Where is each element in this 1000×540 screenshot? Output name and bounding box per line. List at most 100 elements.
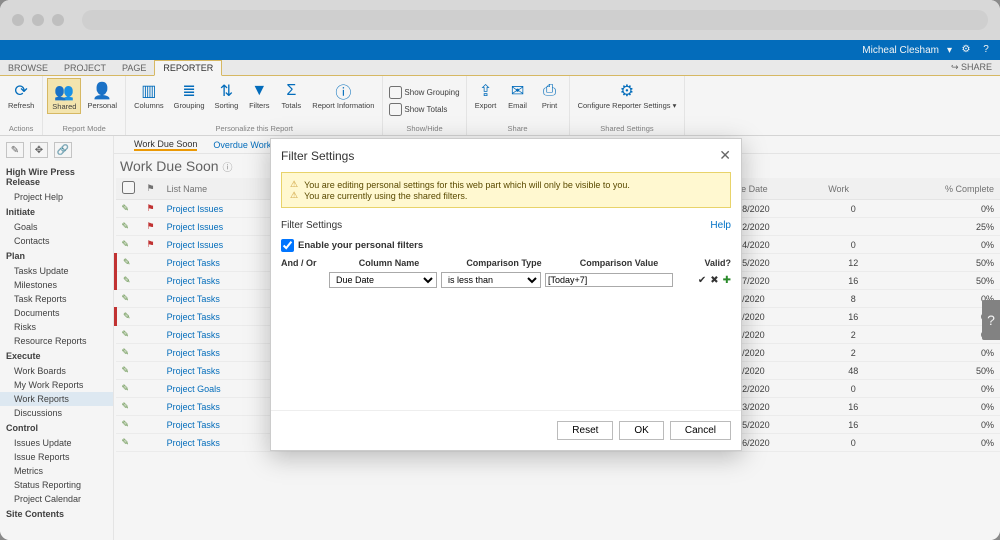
filter-row: Due Date is less than ✔ ✖ ✚ — [271, 270, 741, 290]
help-icon[interactable]: ? — [980, 44, 992, 56]
checkbox[interactable] — [281, 239, 294, 252]
nav-item[interactable]: Project Calendar — [0, 492, 113, 506]
lbl: Sorting — [215, 102, 239, 110]
nav-head[interactable]: High Wire Press Release — [0, 164, 113, 190]
nav-item[interactable]: Documents — [0, 306, 113, 320]
email-button[interactable]: ✉Email — [503, 78, 533, 112]
page-title-text: Work Due Soon — [120, 158, 219, 174]
checkbox[interactable] — [389, 86, 402, 99]
refresh-button[interactable]: ⟳Refresh — [4, 78, 38, 112]
nav-head[interactable]: Initiate — [0, 204, 113, 220]
col-check[interactable] — [116, 178, 141, 200]
gear-icon: ⚙ — [620, 80, 634, 102]
notice-line: You are currently using the shared filte… — [304, 191, 467, 201]
value-input[interactable] — [545, 273, 673, 287]
nav-item[interactable]: Work Boards — [0, 364, 113, 378]
filters-button[interactable]: ▼Filters — [244, 78, 274, 112]
nav-item[interactable]: Discussions — [0, 406, 113, 420]
nav-item[interactable]: Tasks Update — [0, 264, 113, 278]
print-button[interactable]: ⎙Print — [535, 78, 565, 112]
pct-cell: 0% — [884, 398, 1000, 416]
edit-icon[interactable]: ✎ — [122, 365, 130, 375]
edit-icon[interactable]: ✎ — [123, 257, 131, 267]
comparison-select[interactable]: is less than — [441, 272, 541, 288]
dialog-title: Filter Settings — [281, 149, 354, 163]
shared-mode-button[interactable]: 👥Shared — [47, 78, 81, 114]
help-link[interactable]: Help — [710, 220, 731, 231]
edit-icon[interactable]: ✎ — [122, 401, 130, 411]
edit-icon[interactable]: ✎ — [122, 239, 130, 249]
edit-icon[interactable]: ✎ — [122, 347, 130, 357]
nav-link-icon[interactable]: 🔗 — [54, 142, 72, 158]
edit-icon[interactable]: ✎ — [122, 383, 130, 393]
close-icon[interactable]: ✕ — [719, 147, 731, 164]
help-tab[interactable]: ? — [982, 300, 1000, 340]
show-grouping-check[interactable]: Show Grouping — [387, 85, 461, 100]
enable-personal-filters-check[interactable]: Enable your personal filters — [271, 235, 741, 256]
edit-icon[interactable]: ✎ — [123, 275, 131, 285]
user-chevron-icon[interactable]: ▾ — [947, 45, 952, 56]
edit-icon[interactable]: ✎ — [122, 221, 130, 231]
nav-item[interactable]: Contacts — [0, 234, 113, 248]
subtab-overdue-work[interactable]: Overdue Work — [213, 140, 271, 150]
nav-item[interactable]: Metrics — [0, 464, 113, 478]
nav-head[interactable]: Execute — [0, 348, 113, 364]
column-select[interactable]: Due Date — [329, 272, 437, 288]
edit-icon[interactable]: ✎ — [122, 437, 130, 447]
nav-item[interactable]: Goals — [0, 220, 113, 234]
nav-move-icon[interactable]: ✥ — [30, 142, 48, 158]
nav-edit-icon[interactable]: ✎ — [6, 142, 24, 158]
gear-icon[interactable]: ⚙ — [960, 44, 972, 56]
add-filter-icon[interactable]: ✚ — [723, 275, 731, 286]
share-button[interactable]: ↪ SHARE — [943, 60, 1000, 75]
sorting-button[interactable]: ⇅Sorting — [211, 78, 243, 112]
nav-item[interactable]: Status Reporting — [0, 478, 113, 492]
tab-reporter[interactable]: REPORTER — [154, 60, 222, 76]
info-icon[interactable]: ⓘ — [222, 163, 232, 174]
nav-head[interactable]: Plan — [0, 248, 113, 264]
columns-button[interactable]: ▥Columns — [130, 78, 168, 112]
cancel-button[interactable]: Cancel — [670, 421, 731, 440]
tab-browse[interactable]: BROWSE — [0, 61, 56, 75]
grouping-button[interactable]: ≣Grouping — [170, 78, 209, 112]
shared-label: Shared — [52, 103, 76, 111]
nav-item[interactable]: Risks — [0, 320, 113, 334]
show-totals-check[interactable]: Show Totals — [387, 102, 449, 117]
edit-icon[interactable]: ✎ — [122, 419, 130, 429]
remove-filter-icon[interactable]: ✖ — [710, 275, 718, 286]
nav-item[interactable]: Milestones — [0, 278, 113, 292]
checkbox[interactable] — [389, 103, 402, 116]
nav-item[interactable]: Issue Reports — [0, 450, 113, 464]
group-label: Share — [471, 124, 565, 133]
col-work[interactable]: Work — [822, 178, 884, 200]
work-cell: 2 — [822, 326, 884, 344]
nav-item[interactable]: Issues Update — [0, 436, 113, 450]
nav-item-selected[interactable]: Work Reports — [0, 392, 113, 406]
edit-icon[interactable]: ✎ — [122, 203, 130, 213]
nav-head[interactable]: Site Contents — [0, 506, 113, 522]
nav-item[interactable]: My Work Reports — [0, 378, 113, 392]
nav-item[interactable]: Resource Reports — [0, 334, 113, 348]
tab-project[interactable]: PROJECT — [56, 61, 114, 75]
report-info-button[interactable]: ⓘReport Information — [308, 78, 378, 112]
export-button[interactable]: ⇪Export — [471, 78, 501, 112]
select-all-checkbox[interactable] — [122, 181, 135, 194]
nav-item[interactable]: Project Help — [0, 190, 113, 204]
configure-reporter-button[interactable]: ⚙Configure Reporter Settings ▾ — [574, 78, 681, 112]
quick-launch: ✎ ✥ 🔗 High Wire Press Release Project He… — [0, 136, 114, 540]
col-pct[interactable]: % Complete — [884, 178, 1000, 200]
totals-icon: Σ — [286, 80, 296, 102]
reset-button[interactable]: Reset — [557, 421, 613, 440]
ok-button[interactable]: OK — [619, 421, 663, 440]
edit-icon[interactable]: ✎ — [123, 311, 131, 321]
totals-button[interactable]: ΣTotals — [276, 78, 306, 112]
nav-head[interactable]: Control — [0, 420, 113, 436]
current-user[interactable]: Micheal Clesham — [862, 45, 939, 56]
nav-item[interactable]: Task Reports — [0, 292, 113, 306]
tab-page[interactable]: PAGE — [114, 61, 154, 75]
url-bar[interactable] — [82, 10, 988, 30]
personal-mode-button[interactable]: 👤Personal — [83, 78, 121, 112]
subtab-work-due-soon[interactable]: Work Due Soon — [134, 139, 197, 151]
edit-icon[interactable]: ✎ — [122, 293, 130, 303]
edit-icon[interactable]: ✎ — [122, 329, 130, 339]
